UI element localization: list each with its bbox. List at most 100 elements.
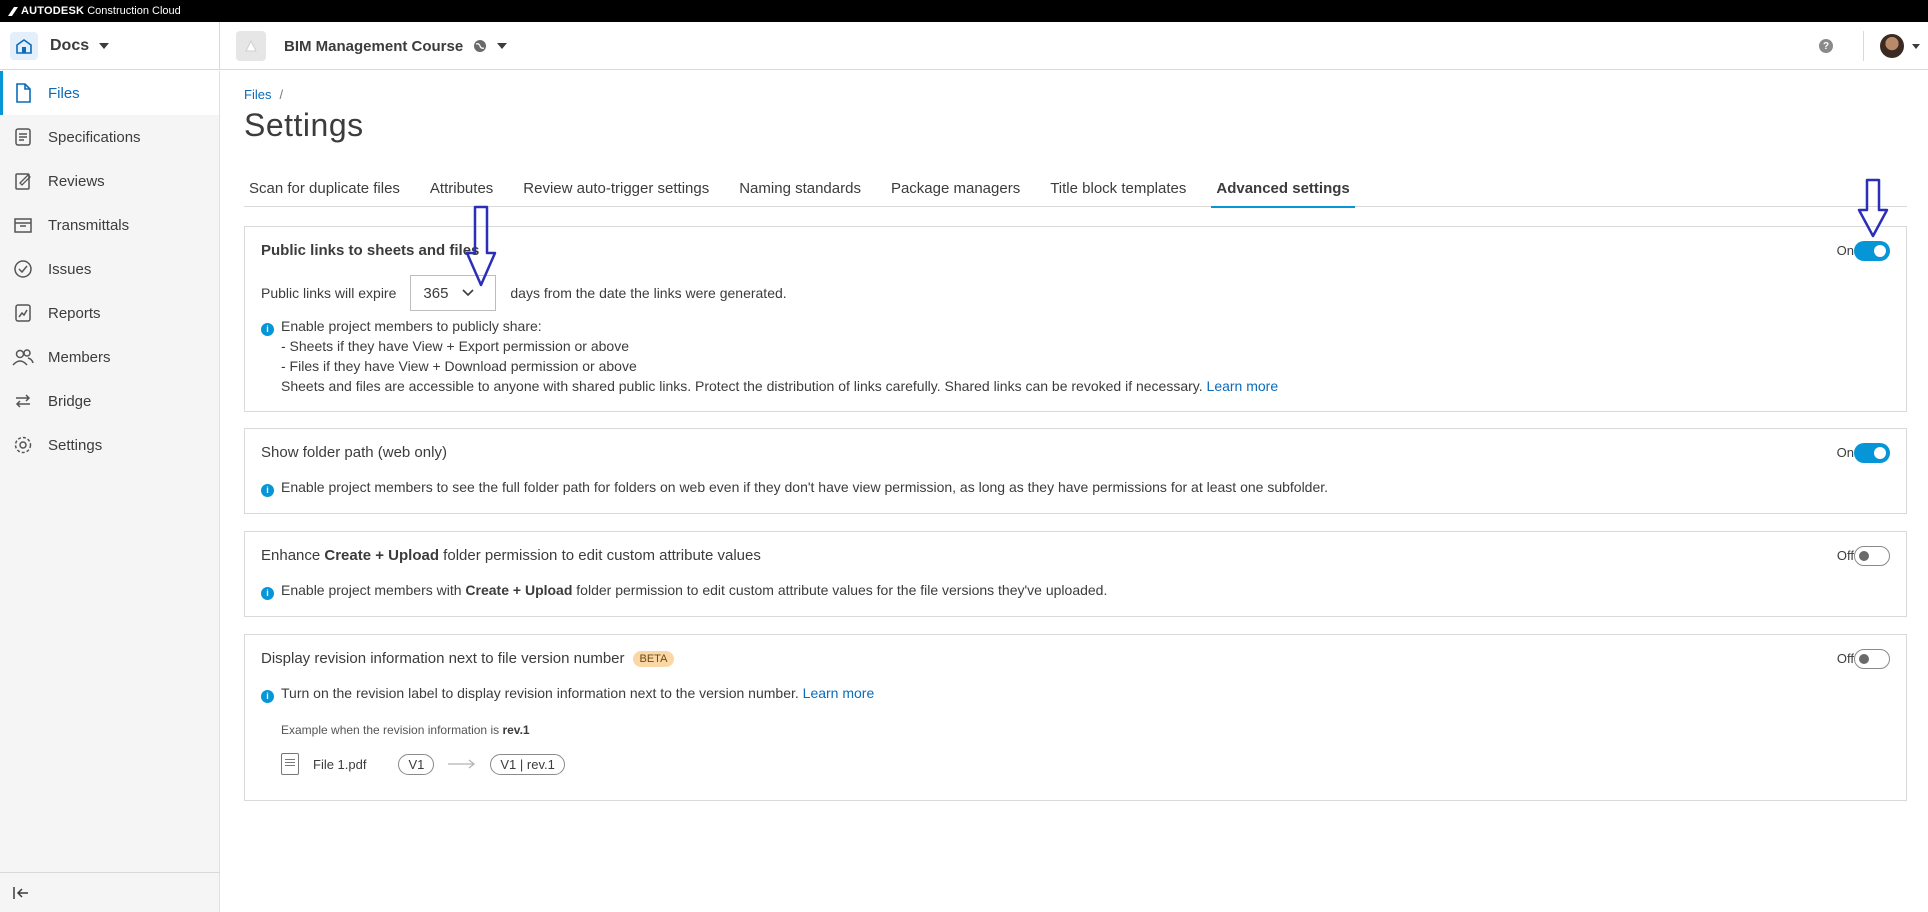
example-value: rev.1 xyxy=(502,723,530,737)
brand-bar: AUTODESK Construction Cloud xyxy=(0,0,1928,22)
info-icon: i xyxy=(261,690,274,703)
info-bold: Create + Upload xyxy=(465,582,573,598)
info-pre: Enable project members with xyxy=(281,582,466,598)
sidebar-item-label: Transmittals xyxy=(48,216,130,234)
sidebar-item-issues[interactable]: Issues xyxy=(0,247,219,291)
sidebar-item-label: Reports xyxy=(48,304,101,322)
version-pill-after: V1 | rev.1 xyxy=(490,753,565,775)
expire-days-value: 365 xyxy=(423,284,449,302)
folder-path-card: Show folder path (web only) On i Enable p… xyxy=(244,428,1907,514)
tab-attributes[interactable]: Attributes xyxy=(425,177,498,207)
sidebar: Files Specifications Reviews Transmittal… xyxy=(0,71,220,912)
tab-package-managers[interactable]: Package managers xyxy=(886,177,1025,207)
project-thumbnail xyxy=(236,31,266,61)
folder-path-state: On xyxy=(1836,445,1854,460)
project-name: BIM Management Course xyxy=(284,37,464,55)
reviews-icon xyxy=(12,170,34,192)
title-post: folder permission to edit custom attribu… xyxy=(439,547,761,564)
version-pill-before: V1 xyxy=(398,753,435,775)
bridge-icon xyxy=(12,390,34,412)
learn-more-link[interactable]: Learn more xyxy=(803,685,875,701)
public-links-title: Public links to sheets and files xyxy=(261,242,480,259)
learn-more-link[interactable]: Learn more xyxy=(1207,378,1279,394)
docs-app-icon xyxy=(10,32,38,60)
chevron-down-icon xyxy=(462,289,474,297)
brand-name: AUTODESK xyxy=(21,5,85,17)
sidebar-item-transmittals[interactable]: Transmittals xyxy=(0,203,219,247)
tab-title-block-templates[interactable]: Title block templates xyxy=(1045,177,1191,207)
example-file-name: File 1.pdf xyxy=(313,756,367,772)
example-pre: Example when the revision information is xyxy=(281,723,503,737)
tab-naming-standards[interactable]: Naming standards xyxy=(734,177,866,207)
issues-icon xyxy=(12,258,34,280)
collapse-icon xyxy=(13,886,28,899)
transmittals-icon xyxy=(12,214,34,236)
sidebar-item-label: Specifications xyxy=(48,128,141,146)
info-line-3: - Files if they have View + Download per… xyxy=(281,358,637,374)
settings-tabs: Scan for duplicate files Attributes Revi… xyxy=(244,177,1907,208)
sidebar-item-settings[interactable]: Settings xyxy=(0,423,219,467)
example-note: Example when the revision information is… xyxy=(281,723,530,737)
annotation-arrow-down-icon xyxy=(465,205,497,287)
folder-path-title: Show folder path (web only) xyxy=(261,444,447,461)
sidebar-item-reports[interactable]: Reports xyxy=(0,291,219,335)
header-actions: ? xyxy=(1819,22,1928,70)
info-icon: i xyxy=(261,323,274,336)
header-divider xyxy=(1863,31,1864,61)
revision-title-row: Display revision information next to fil… xyxy=(261,650,675,667)
sidebar-item-files[interactable]: Files xyxy=(0,71,219,115)
example-row: File 1.pdf V1 V1 | rev.1 xyxy=(281,753,565,775)
breadcrumb-files-link[interactable]: Files xyxy=(244,87,271,102)
expire-suffix: days from the date the links were genera… xyxy=(510,285,787,301)
info-line-2: - Sheets if they have View + Export perm… xyxy=(281,338,629,354)
top-header: Docs BIM Management Course ? xyxy=(0,22,1928,70)
beta-badge: BETA xyxy=(632,651,675,667)
tab-review-auto-trigger[interactable]: Review auto-trigger settings xyxy=(518,177,714,207)
info-post: folder permission to edit custom attribu… xyxy=(572,582,1108,598)
chevron-down-icon[interactable] xyxy=(1912,43,1920,49)
page-title: Settings xyxy=(244,107,364,143)
revision-state: Off xyxy=(1836,651,1854,666)
chevron-down-icon xyxy=(99,43,110,49)
collapse-sidebar-button[interactable] xyxy=(0,872,220,912)
public-links-toggle[interactable] xyxy=(1854,241,1890,261)
sidebar-item-reviews[interactable]: Reviews xyxy=(0,159,219,203)
revision-toggle[interactable] xyxy=(1854,649,1890,669)
sidebar-item-members[interactable]: Members xyxy=(0,335,219,379)
info-icon: i xyxy=(261,587,274,600)
create-upload-state: Off xyxy=(1836,548,1854,563)
brand-product: Construction Cloud xyxy=(87,5,181,17)
create-upload-title: Enhance Create + Upload folder permissio… xyxy=(261,547,761,564)
info-line-1: Enable project members to publicly share… xyxy=(281,318,542,334)
annotation-arrow-down-icon xyxy=(1857,178,1889,238)
revision-title: Display revision information next to fil… xyxy=(261,650,625,667)
app-switcher[interactable]: Docs xyxy=(0,22,220,70)
title-pre: Enhance xyxy=(261,547,325,564)
help-icon[interactable]: ? xyxy=(1819,39,1833,53)
sidebar-item-label: Reviews xyxy=(48,172,105,190)
chevron-down-icon xyxy=(497,43,508,49)
specifications-icon xyxy=(12,126,34,148)
reports-icon xyxy=(12,302,34,324)
sidebar-item-specifications[interactable]: Specifications xyxy=(0,115,219,159)
create-upload-card: Enhance Create + Upload folder permissio… xyxy=(244,531,1907,617)
breadcrumb: Files / xyxy=(244,87,283,102)
info-line-4: Sheets and files are accessible to anyon… xyxy=(281,378,1203,394)
sidebar-item-bridge[interactable]: Bridge xyxy=(0,379,219,423)
public-links-state: On xyxy=(1836,243,1854,258)
sidebar-item-label: Issues xyxy=(48,260,92,278)
tab-advanced-settings[interactable]: Advanced settings xyxy=(1211,177,1355,208)
breadcrumb-separator: / xyxy=(279,87,284,102)
autodesk-logo-icon xyxy=(8,6,18,16)
members-icon xyxy=(12,346,34,368)
avatar[interactable] xyxy=(1880,34,1904,58)
project-picker[interactable]: BIM Management Course xyxy=(236,28,508,64)
folder-path-toggle[interactable] xyxy=(1854,443,1890,463)
tab-scan-duplicates[interactable]: Scan for duplicate files xyxy=(244,177,405,207)
sidebar-item-label: Bridge xyxy=(48,392,92,410)
create-upload-toggle[interactable] xyxy=(1854,546,1890,566)
pdf-file-icon xyxy=(281,753,299,775)
folder-path-info-text: Enable project members to see the full f… xyxy=(281,479,1329,495)
revision-card: Display revision information next to fil… xyxy=(244,634,1907,801)
public-links-info: i Enable project members to publicly shar… xyxy=(261,316,1278,396)
